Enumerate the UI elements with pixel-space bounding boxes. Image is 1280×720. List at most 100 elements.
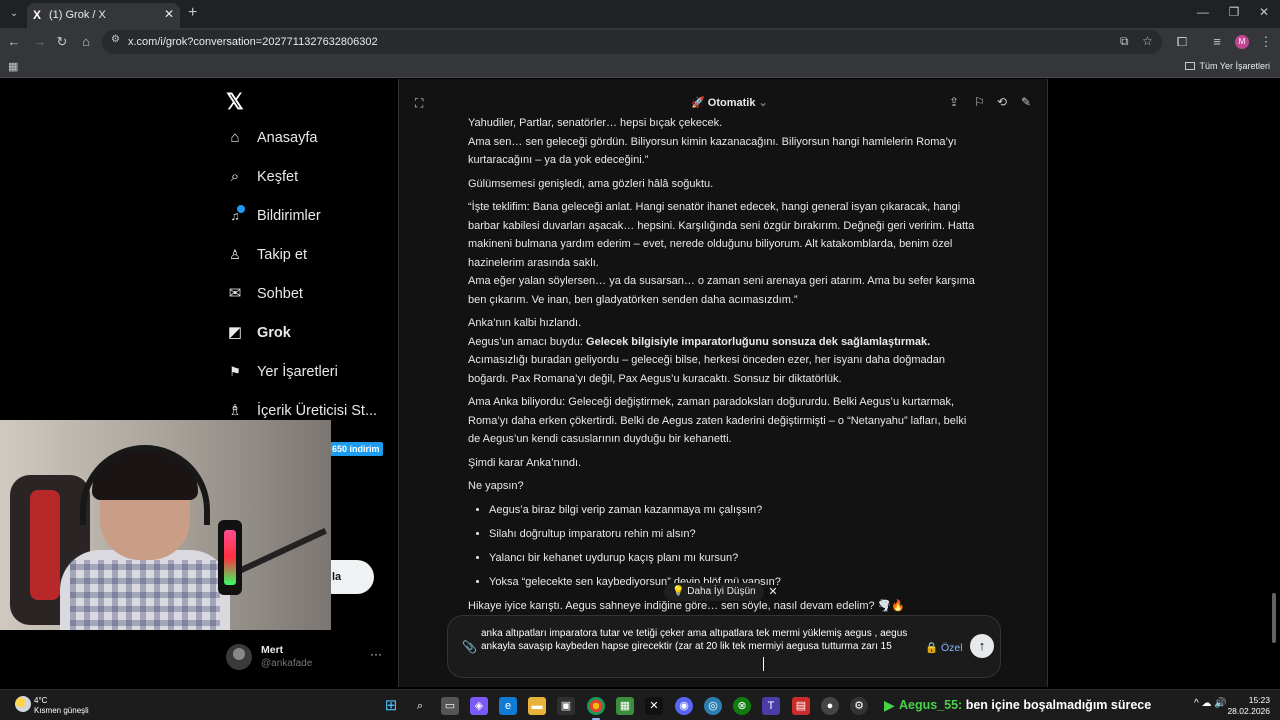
think-better-label: Daha İyi Düşün (687, 586, 756, 597)
sidebar-item-chat[interactable]: ✉ Sohbet (226, 282, 303, 306)
chat-paragraph: Şimdi karar Anka’nındı. (468, 456, 582, 469)
lightbulb-icon: 💡 (672, 586, 688, 597)
search-icon[interactable]: ⌕ (411, 697, 429, 715)
discord-icon[interactable]: ◉ (675, 697, 693, 715)
bookmark-icon[interactable]: ⚐ (974, 95, 985, 109)
sidebar-item-label: Takip et (257, 247, 307, 263)
notification-badge (237, 205, 245, 213)
sidebar-item-home[interactable]: ⌂ Anasayfa (226, 126, 317, 150)
plaid-shirt (70, 560, 220, 630)
obs-icon[interactable]: ● (821, 697, 839, 715)
close-icon[interactable]: ✕ (765, 584, 781, 600)
all-bookmarks-label: Tüm Yer İşaretleri (1199, 61, 1270, 71)
sidebar-item-follow[interactable]: ♙ Takip et (226, 243, 307, 267)
ticker-user: Aegus_55: (899, 698, 963, 712)
tab-search-icon[interactable]: ⌄ (6, 6, 22, 22)
bookmarks-bar: ▦ Tüm Yer İşaretleri (0, 56, 1280, 78)
url-text: x.com/i/grok?conversation=20277113276328… (128, 36, 378, 48)
settings-icon[interactable]: ⚙ (850, 697, 868, 715)
window-close-button[interactable]: ✕ (1254, 5, 1274, 19)
x-logo-icon[interactable]: 𝕏 (226, 89, 244, 115)
system-tray[interactable]: ^ ☁ 🔊 (1194, 698, 1227, 709)
chrome-icon[interactable] (587, 697, 605, 720)
message-input[interactable]: anka altıpatları imparatora tutar ve tet… (481, 628, 921, 654)
file-explorer-icon[interactable]: ▬ (528, 697, 546, 715)
weather-icon[interactable] (15, 696, 31, 712)
avatar (226, 644, 252, 670)
extensions-icon[interactable]: ⧠ (1174, 34, 1190, 50)
taskbar: 4°C Kısmen güneşli ⊞ ⌕ ▭ ◈ e ▬ ▣ ▦ ✕ ◉ ◎… (0, 689, 1280, 720)
folder-icon (1185, 62, 1196, 70)
think-better-button[interactable]: 💡 Daha İyi Düşün (664, 583, 764, 601)
rocket-icon: 🚀 (691, 97, 708, 109)
new-chat-icon[interactable]: ✎ (1021, 95, 1031, 109)
message-composer[interactable]: 📎 anka altıpatları imparatora tutar ve t… (447, 615, 1001, 678)
steam-icon[interactable]: ◎ (704, 697, 722, 715)
sidebar-item-label: Keşfet (257, 169, 299, 185)
back-icon[interactable]: ← (6, 34, 22, 50)
minimize-button[interactable]: — (1193, 5, 1213, 19)
new-tab-button[interactable]: + (188, 4, 197, 22)
media-icon[interactable]: ≡ (1209, 34, 1225, 50)
private-toggle[interactable]: 🔒 Özel (925, 641, 963, 654)
install-app-icon[interactable]: ⧉ (1120, 34, 1129, 49)
post-button[interactable]: la (330, 560, 374, 594)
sidebar-item-notifications[interactable]: ♫ Bildirimler (226, 204, 321, 228)
mode-label: Otomatik (707, 97, 756, 109)
sidebar-item-grok[interactable]: ◩ Grok (226, 321, 291, 345)
bookmark-star-icon[interactable]: ☆ (1142, 34, 1153, 48)
mail-icon: ✉ (228, 285, 242, 302)
x-favicon-icon: X (33, 8, 42, 22)
clock-time[interactable]: 15:23 (1249, 695, 1270, 705)
reload-icon[interactable]: ↻ (54, 34, 70, 50)
teams-icon[interactable]: T (762, 697, 780, 715)
chat-paragraph: Acımasızlığı buradan geliyordu – geleceğ… (468, 354, 945, 385)
restore-button[interactable]: ❐ (1224, 5, 1244, 19)
attach-icon[interactable]: 📎 (462, 640, 477, 654)
minecraft-icon[interactable]: ▦ (616, 697, 634, 715)
xbox-icon[interactable]: ⊗ (733, 697, 751, 715)
all-bookmarks-button[interactable]: Tüm Yer İşaretleri (1185, 61, 1270, 71)
premium-discount-badge[interactable]: 650 indirim (330, 442, 383, 456)
share-icon[interactable]: ⇪ (949, 95, 959, 109)
sidebar-item-explore[interactable]: ⌕ Keşfet (226, 165, 298, 189)
browser-tab[interactable]: X (1) Grok / X ✕ (27, 3, 180, 28)
list-item: Yalancı bir kehanet uydurup kaçış planı … (489, 549, 978, 568)
grok-icon: ◩ (227, 324, 243, 341)
task-view-icon[interactable]: ▭ (441, 697, 459, 715)
list-item: Silahı doğrultup imparatoru rehin mi als… (489, 525, 978, 544)
bell-icon: ♫ (226, 205, 245, 225)
store-icon[interactable]: ▣ (557, 697, 575, 715)
play-icon: ▶ (884, 697, 895, 713)
tab-title: (1) Grok / X (49, 9, 106, 21)
lock-icon: 🔒 (925, 642, 941, 654)
profile-avatar[interactable]: M (1235, 35, 1249, 49)
send-button[interactable]: ↑ (970, 634, 994, 658)
browser-tab-strip: ⌄ X (1) Grok / X ✕ + — ❐ ✕ (0, 0, 1280, 28)
home-icon[interactable]: ⌂ (78, 34, 94, 50)
clock-date[interactable]: 28.02.2026 (1227, 706, 1270, 716)
address-toolbar: ← → ↻ ⌂ ⚙ x.com/i/grok?conversation=2027… (0, 28, 1280, 56)
forward-icon[interactable]: → (32, 34, 48, 50)
start-icon[interactable]: ⊞ (382, 697, 400, 715)
weather-temp: 4°C (34, 696, 48, 705)
page-scrollbar[interactable] (1272, 593, 1276, 643)
news-icon[interactable]: ▤ (792, 697, 810, 715)
expand-icon[interactable]: ⛶ (415, 96, 423, 111)
apps-grid-icon[interactable]: ▦ (8, 60, 18, 73)
edge-icon[interactable]: e (499, 697, 517, 715)
account-switcher[interactable]: Mert @ankafade ··· (226, 642, 386, 678)
more-icon[interactable]: ··· (370, 647, 382, 661)
tab-close-icon[interactable]: ✕ (164, 7, 174, 21)
sidebar-item-bookmarks[interactable]: ⚑ Yer İşaretleri (226, 360, 338, 384)
site-info-icon[interactable]: ⚙ (111, 34, 120, 45)
capcut-icon[interactable]: ✕ (645, 697, 663, 715)
mode-selector[interactable]: 🚀 Otomatik ⌄ (691, 96, 768, 109)
history-icon[interactable]: ⟲ (997, 95, 1007, 109)
copilot-icon[interactable]: ◈ (470, 697, 488, 715)
address-bar[interactable]: ⚙ x.com/i/grok?conversation=202771132763… (102, 30, 1162, 54)
chevron-down-icon: ⌄ (755, 97, 768, 109)
microphone-rgb (224, 530, 236, 585)
menu-dots-icon[interactable]: ⋮ (1258, 34, 1274, 50)
sidebar-item-label: Sohbet (257, 286, 303, 302)
